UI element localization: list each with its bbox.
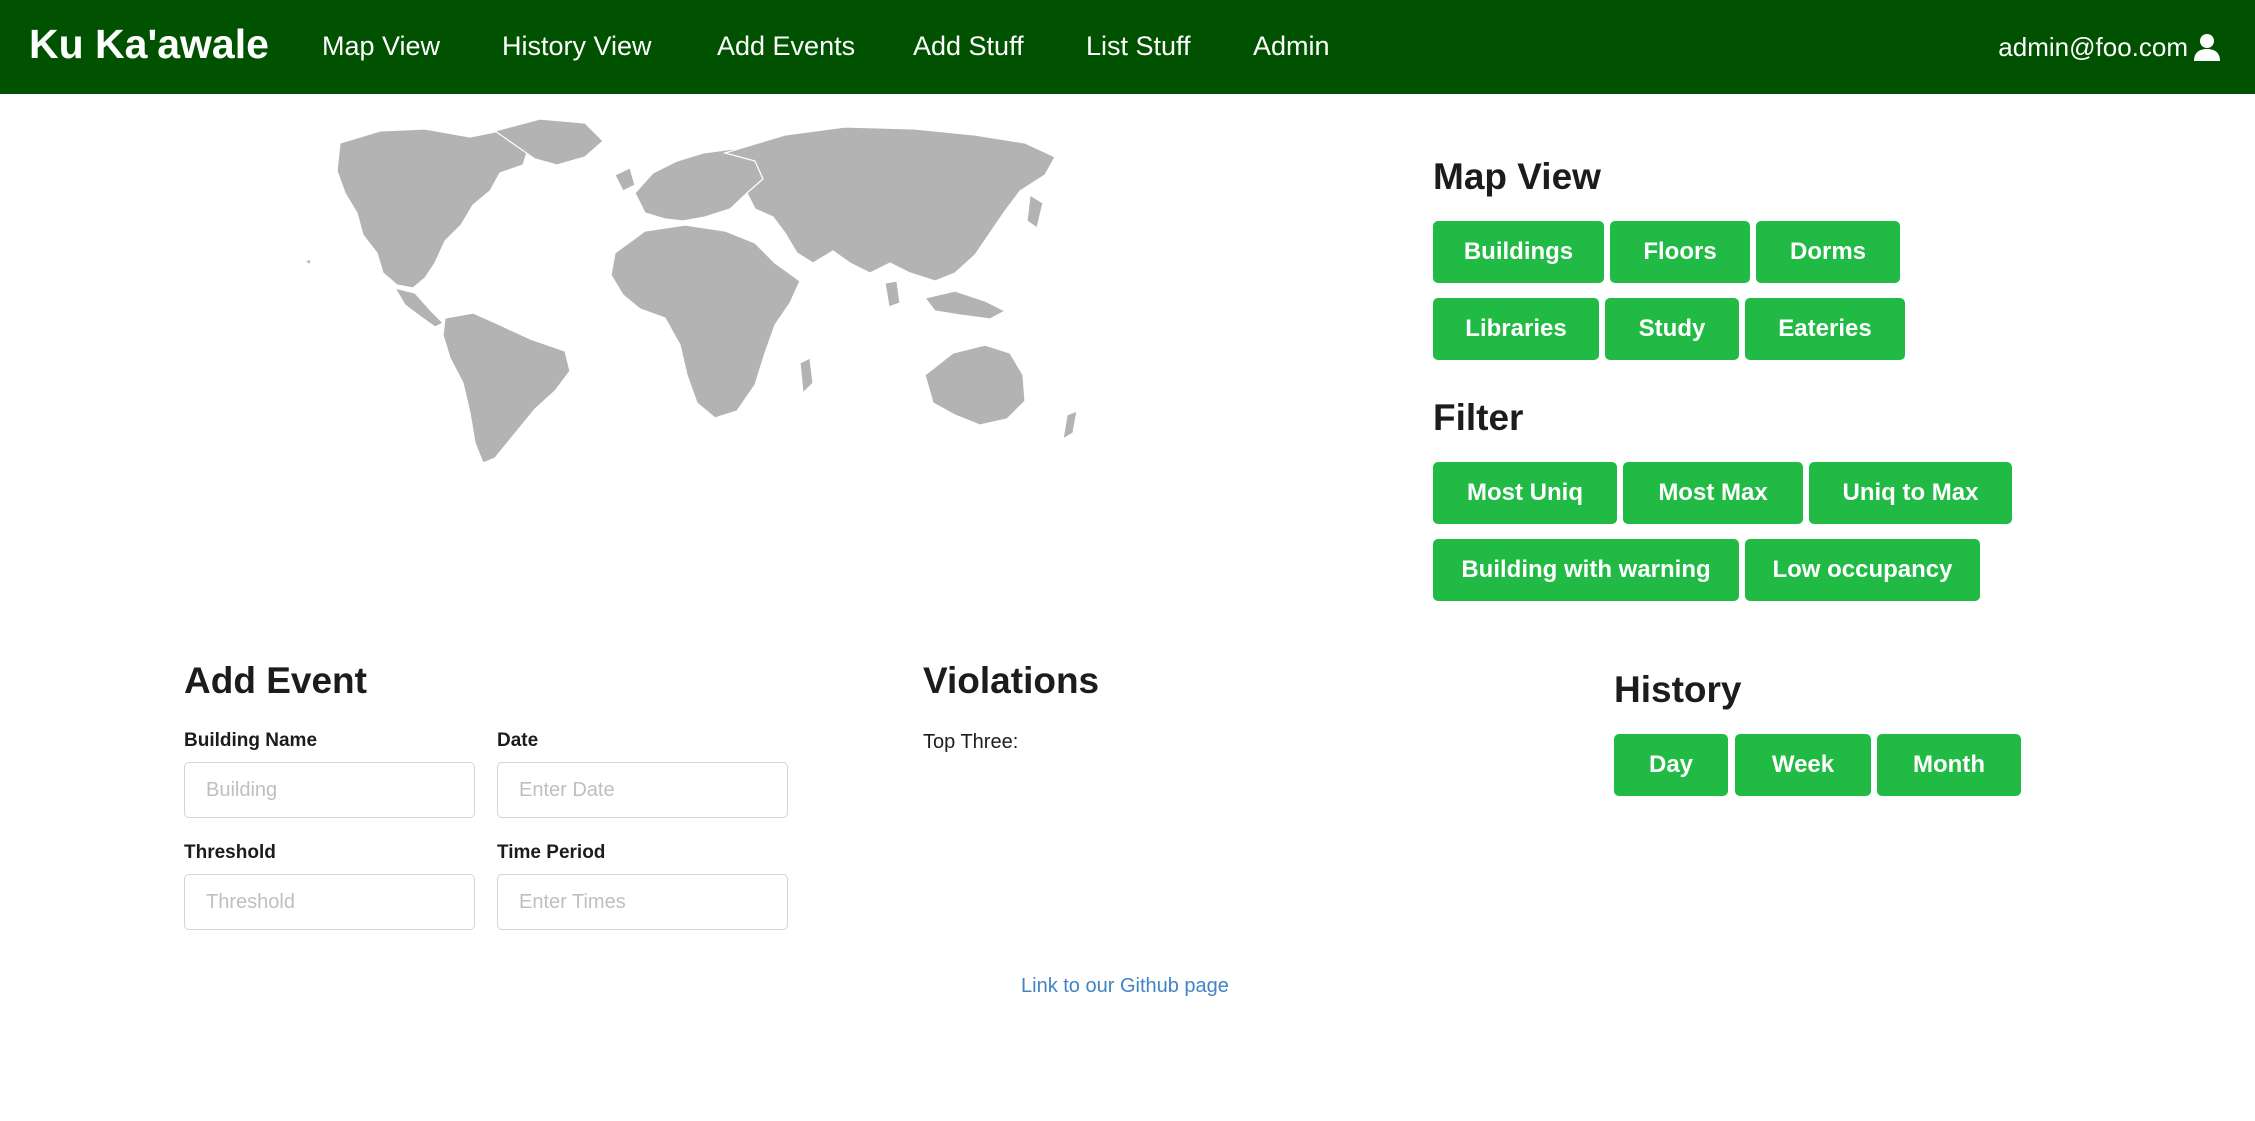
nav-item-history-view[interactable]: History View	[502, 0, 652, 94]
add-event-heading: Add Event	[184, 660, 367, 701]
world-map[interactable]	[285, 113, 1105, 473]
time-period-input[interactable]	[497, 874, 788, 930]
time-period-label: Time Period	[497, 842, 606, 863]
history-heading: History	[1614, 669, 1742, 710]
nav-item-add-stuff[interactable]: Add Stuff	[913, 0, 1024, 94]
nav-item-add-events[interactable]: Add Events	[717, 0, 855, 94]
uniq-to-max-button[interactable]: Uniq to Max	[1809, 462, 2012, 524]
dorms-button[interactable]: Dorms	[1756, 221, 1900, 283]
top-three-label: Top Three:	[923, 731, 1019, 753]
brand-logo-text[interactable]: Ku Ka'awale	[29, 0, 269, 94]
eateries-button[interactable]: Eateries	[1745, 298, 1905, 360]
nav-item-map-view[interactable]: Map View	[322, 0, 440, 94]
nav-item-list-stuff[interactable]: List Stuff	[1086, 0, 1191, 94]
low-occupancy-button[interactable]: Low occupancy	[1745, 539, 1980, 601]
libraries-button[interactable]: Libraries	[1433, 298, 1599, 360]
building-with-warning-button[interactable]: Building with warning	[1433, 539, 1739, 601]
most-uniq-button[interactable]: Most Uniq	[1433, 462, 1617, 524]
floors-button[interactable]: Floors	[1610, 221, 1750, 283]
date-label: Date	[497, 730, 539, 751]
map-view-heading: Map View	[1433, 156, 1601, 197]
top-navbar: Ku Ka'awale Map View History View Add Ev…	[0, 0, 2255, 94]
violations-heading: Violations	[923, 660, 1100, 701]
building-name-label: Building Name	[184, 730, 318, 751]
filter-heading: Filter	[1433, 397, 1524, 438]
most-max-button[interactable]: Most Max	[1623, 462, 1803, 524]
threshold-input[interactable]	[184, 874, 475, 930]
buildings-button[interactable]: Buildings	[1433, 221, 1604, 283]
study-button[interactable]: Study	[1605, 298, 1739, 360]
day-button[interactable]: Day	[1614, 734, 1728, 796]
user-menu[interactable]: admin@foo.com	[1998, 0, 2222, 94]
nav-item-admin[interactable]: Admin	[1253, 0, 1330, 94]
week-button[interactable]: Week	[1735, 734, 1871, 796]
threshold-label: Threshold	[184, 842, 276, 863]
user-icon	[2194, 34, 2220, 61]
github-link[interactable]: Link to our Github page	[1021, 975, 1229, 998]
month-button[interactable]: Month	[1877, 734, 2021, 796]
date-input[interactable]	[497, 762, 788, 818]
user-email: admin@foo.com	[1998, 31, 2188, 62]
building-name-input[interactable]	[184, 762, 475, 818]
